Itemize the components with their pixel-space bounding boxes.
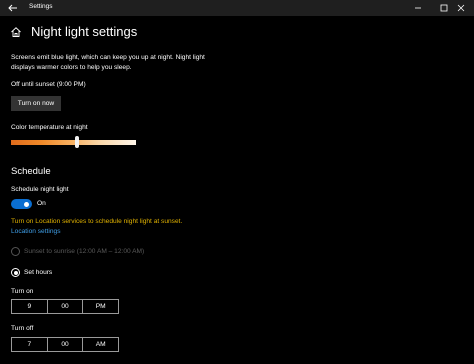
turn-off-time-picker[interactable]: 7 00 AM [11, 337, 119, 352]
turn-off-minute[interactable]: 00 [46, 338, 83, 351]
status-text: Off until sunset (9:00 PM) [11, 81, 86, 88]
schedule-night-light-label: Schedule night light [11, 186, 69, 193]
schedule-heading: Schedule [11, 166, 51, 177]
set-hours-label: Set hours [24, 269, 53, 276]
turn-on-hour[interactable]: 9 [12, 300, 47, 313]
radio-sunset-to-sunrise[interactable] [11, 247, 20, 256]
sunset-to-sunrise-label: Sunset to sunrise (12:00 AM – 12:00 AM) [24, 248, 145, 255]
color-temperature-label: Color temperature at night [11, 124, 88, 131]
location-settings-link[interactable]: Location settings [11, 228, 61, 235]
turn-off-label: Turn off [11, 325, 34, 332]
minimize-icon [415, 7, 421, 9]
maximize-icon [440, 4, 448, 12]
description-text: Screens emit blue light, which can keep … [11, 54, 205, 71]
close-icon [457, 4, 465, 12]
turn-on-minute[interactable]: 00 [46, 300, 83, 313]
toggle-state-label: On [37, 200, 46, 207]
home-icon[interactable] [10, 26, 22, 38]
back-arrow-icon[interactable] [6, 1, 20, 15]
slider-thumb[interactable] [75, 136, 80, 148]
page-title: Night light settings [31, 24, 138, 39]
turn-on-period[interactable]: PM [82, 300, 118, 313]
page-header: Night light settings [10, 24, 137, 39]
minimize-button[interactable] [405, 0, 431, 16]
close-button[interactable] [448, 0, 474, 16]
radio-selected-dot [13, 270, 18, 275]
title-bar: Settings [0, 0, 474, 16]
location-warning: Turn on Location services to schedule ni… [11, 218, 183, 225]
turn-off-period[interactable]: AM [82, 338, 118, 351]
toggle-knob [24, 201, 29, 207]
turn-on-label: Turn on [11, 288, 34, 295]
turn-on-now-button[interactable]: Turn on now [11, 96, 61, 111]
color-temperature-slider[interactable] [11, 140, 136, 145]
window-title: Settings [29, 3, 53, 10]
turn-off-hour[interactable]: 7 [12, 338, 47, 351]
turn-on-time-picker[interactable]: 9 00 PM [11, 299, 119, 314]
